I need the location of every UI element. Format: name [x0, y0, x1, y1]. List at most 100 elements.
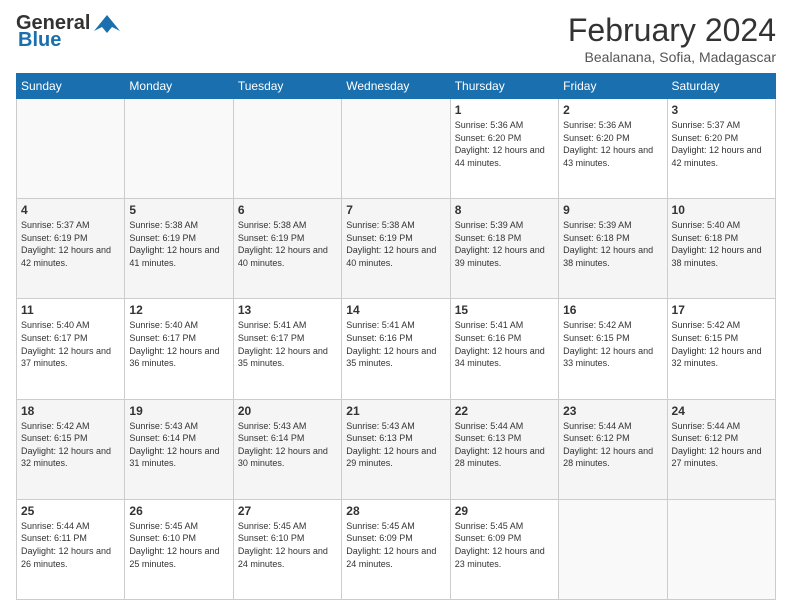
day-number: 7 [346, 203, 445, 217]
day-number: 23 [563, 404, 662, 418]
col-thursday: Thursday [450, 74, 558, 99]
table-row: 18Sunrise: 5:42 AM Sunset: 6:15 PM Dayli… [17, 399, 125, 499]
day-number: 4 [21, 203, 120, 217]
day-info: Sunrise: 5:39 AM Sunset: 6:18 PM Dayligh… [563, 219, 662, 269]
day-number: 22 [455, 404, 554, 418]
col-friday: Friday [559, 74, 667, 99]
day-info: Sunrise: 5:39 AM Sunset: 6:18 PM Dayligh… [455, 219, 554, 269]
table-row [667, 499, 775, 599]
day-number: 11 [21, 303, 120, 317]
table-row: 20 Sunrise: 5:43 AM Sunset: 6:14 PM Dayli… [233, 399, 341, 499]
day-info: Sunrise: 5:36 AM Sunset: 6:20 PM Dayligh… [455, 119, 554, 169]
table-row [125, 99, 233, 199]
table-row: 1 Sunrise: 5:36 AM Sunset: 6:20 PM Daylig… [450, 99, 558, 199]
day-info: Sunrise: 5:41 AM Sunset: 6:17 PM Dayligh… [238, 319, 337, 369]
table-row: 27 Sunrise: 5:45 AM Sunset: 6:10 PM Dayli… [233, 499, 341, 599]
day-number: 8 [455, 203, 554, 217]
table-row: 7 Sunrise: 5:38 AM Sunset: 6:19 PM Daylig… [342, 199, 450, 299]
day-info: Sunrise: 5:45 AM Sunset: 6:10 PM Dayligh… [238, 520, 337, 570]
day-number: 27 [238, 504, 337, 518]
table-row: 10 Sunrise: 5:40 AM Sunset: 6:18 PM Dayli… [667, 199, 775, 299]
day-info: Sunrise: 5:36 AM Sunset: 6:20 PM Dayligh… [563, 119, 662, 169]
page: General Blue February 2024 Bealanana, So… [0, 0, 792, 612]
day-info: Sunrise: 5:40 AM Sunset: 6:17 PM Dayligh… [21, 319, 120, 369]
table-row: 6 Sunrise: 5:38 AM Sunset: 6:19 PM Daylig… [233, 199, 341, 299]
page-subtitle: Bealanana, Sofia, Madagascar [568, 49, 776, 65]
day-info: Sunrise: 5:42 AM Sunset: 6:15 PM Dayligh… [563, 319, 662, 369]
day-number: 29 [455, 504, 554, 518]
day-info: Sunrise: 5:44 AM Sunset: 6:11 PM Dayligh… [21, 520, 120, 570]
day-number: 12 [129, 303, 228, 317]
table-row: 21Sunrise: 5:43 AM Sunset: 6:13 PM Dayli… [342, 399, 450, 499]
day-info: Sunrise: 5:44 AM Sunset: 6:12 PM Dayligh… [563, 420, 662, 470]
day-info: Sunrise: 5:43 AM Sunset: 6:13 PM Dayligh… [346, 420, 445, 470]
table-row: 9 Sunrise: 5:39 AM Sunset: 6:18 PM Daylig… [559, 199, 667, 299]
table-row: 4 Sunrise: 5:37 AM Sunset: 6:19 PM Daylig… [17, 199, 125, 299]
table-row: 16 Sunrise: 5:42 AM Sunset: 6:15 PM Dayli… [559, 299, 667, 399]
table-row: 13 Sunrise: 5:41 AM Sunset: 6:17 PM Dayli… [233, 299, 341, 399]
col-monday: Monday [125, 74, 233, 99]
table-row: 29 Sunrise: 5:45 AM Sunset: 6:09 PM Dayli… [450, 499, 558, 599]
day-info: Sunrise: 5:38 AM Sunset: 6:19 PM Dayligh… [129, 219, 228, 269]
table-row: 3 Sunrise: 5:37 AM Sunset: 6:20 PM Daylig… [667, 99, 775, 199]
day-info: Sunrise: 5:38 AM Sunset: 6:19 PM Dayligh… [346, 219, 445, 269]
day-info: Sunrise: 5:37 AM Sunset: 6:20 PM Dayligh… [672, 119, 771, 169]
header: General Blue February 2024 Bealanana, So… [16, 12, 776, 65]
table-row: 28 Sunrise: 5:45 AM Sunset: 6:09 PM Dayli… [342, 499, 450, 599]
table-row: 8 Sunrise: 5:39 AM Sunset: 6:18 PM Daylig… [450, 199, 558, 299]
logo: General Blue [16, 12, 122, 52]
table-row [17, 99, 125, 199]
table-row: 19 Sunrise: 5:43 AM Sunset: 6:14 PM Dayli… [125, 399, 233, 499]
day-number: 2 [563, 103, 662, 117]
day-info: Sunrise: 5:43 AM Sunset: 6:14 PM Dayligh… [238, 420, 337, 470]
table-row: 24 Sunrise: 5:44 AM Sunset: 6:12 PM Dayli… [667, 399, 775, 499]
day-info: Sunrise: 5:44 AM Sunset: 6:13 PM Dayligh… [455, 420, 554, 470]
table-row: 15 Sunrise: 5:41 AM Sunset: 6:16 PM Dayli… [450, 299, 558, 399]
day-info: Sunrise: 5:45 AM Sunset: 6:09 PM Dayligh… [346, 520, 445, 570]
day-info: Sunrise: 5:42 AM Sunset: 6:15 PM Dayligh… [672, 319, 771, 369]
table-row: 11 Sunrise: 5:40 AM Sunset: 6:17 PM Dayli… [17, 299, 125, 399]
day-number: 13 [238, 303, 337, 317]
table-row: 22 Sunrise: 5:44 AM Sunset: 6:13 PM Dayli… [450, 399, 558, 499]
day-number: 25 [21, 504, 120, 518]
table-row [559, 499, 667, 599]
col-sunday: Sunday [17, 74, 125, 99]
day-number: 6 [238, 203, 337, 217]
logo-bird-icon [92, 13, 122, 35]
day-info: Sunrise: 5:45 AM Sunset: 6:10 PM Dayligh… [129, 520, 228, 570]
day-number: 19 [129, 404, 228, 418]
day-info: Sunrise: 5:44 AM Sunset: 6:12 PM Dayligh… [672, 420, 771, 470]
day-number: 26 [129, 504, 228, 518]
day-number: 15 [455, 303, 554, 317]
table-row: 23 Sunrise: 5:44 AM Sunset: 6:12 PM Dayli… [559, 399, 667, 499]
day-info: Sunrise: 5:41 AM Sunset: 6:16 PM Dayligh… [346, 319, 445, 369]
table-row [342, 99, 450, 199]
day-number: 10 [672, 203, 771, 217]
table-row: 17 Sunrise: 5:42 AM Sunset: 6:15 PM Dayli… [667, 299, 775, 399]
day-info: Sunrise: 5:37 AM Sunset: 6:19 PM Dayligh… [21, 219, 120, 269]
day-number: 5 [129, 203, 228, 217]
day-info: Sunrise: 5:45 AM Sunset: 6:09 PM Dayligh… [455, 520, 554, 570]
day-info: Sunrise: 5:41 AM Sunset: 6:16 PM Dayligh… [455, 319, 554, 369]
table-row: 5 Sunrise: 5:38 AM Sunset: 6:19 PM Daylig… [125, 199, 233, 299]
day-info: Sunrise: 5:40 AM Sunset: 6:17 PM Dayligh… [129, 319, 228, 369]
table-row: 25 Sunrise: 5:44 AM Sunset: 6:11 PM Dayli… [17, 499, 125, 599]
day-number: 1 [455, 103, 554, 117]
day-number: 16 [563, 303, 662, 317]
day-number: 14 [346, 303, 445, 317]
logo-blue: Blue [18, 29, 61, 52]
day-info: Sunrise: 5:40 AM Sunset: 6:18 PM Dayligh… [672, 219, 771, 269]
day-number: 20 [238, 404, 337, 418]
table-row: 26 Sunrise: 5:45 AM Sunset: 6:10 PM Dayli… [125, 499, 233, 599]
day-info: Sunrise: 5:38 AM Sunset: 6:19 PM Dayligh… [238, 219, 337, 269]
day-number: 28 [346, 504, 445, 518]
table-row: 2 Sunrise: 5:36 AM Sunset: 6:20 PM Daylig… [559, 99, 667, 199]
day-info: Sunrise: 5:43 AM Sunset: 6:14 PM Dayligh… [129, 420, 228, 470]
page-title: February 2024 [568, 12, 776, 49]
day-number: 3 [672, 103, 771, 117]
day-number: 24 [672, 404, 771, 418]
day-number: 9 [563, 203, 662, 217]
table-row [233, 99, 341, 199]
day-info: Sunrise: 5:42 AM Sunset: 6:15 PM Dayligh… [21, 420, 120, 470]
day-number: 17 [672, 303, 771, 317]
